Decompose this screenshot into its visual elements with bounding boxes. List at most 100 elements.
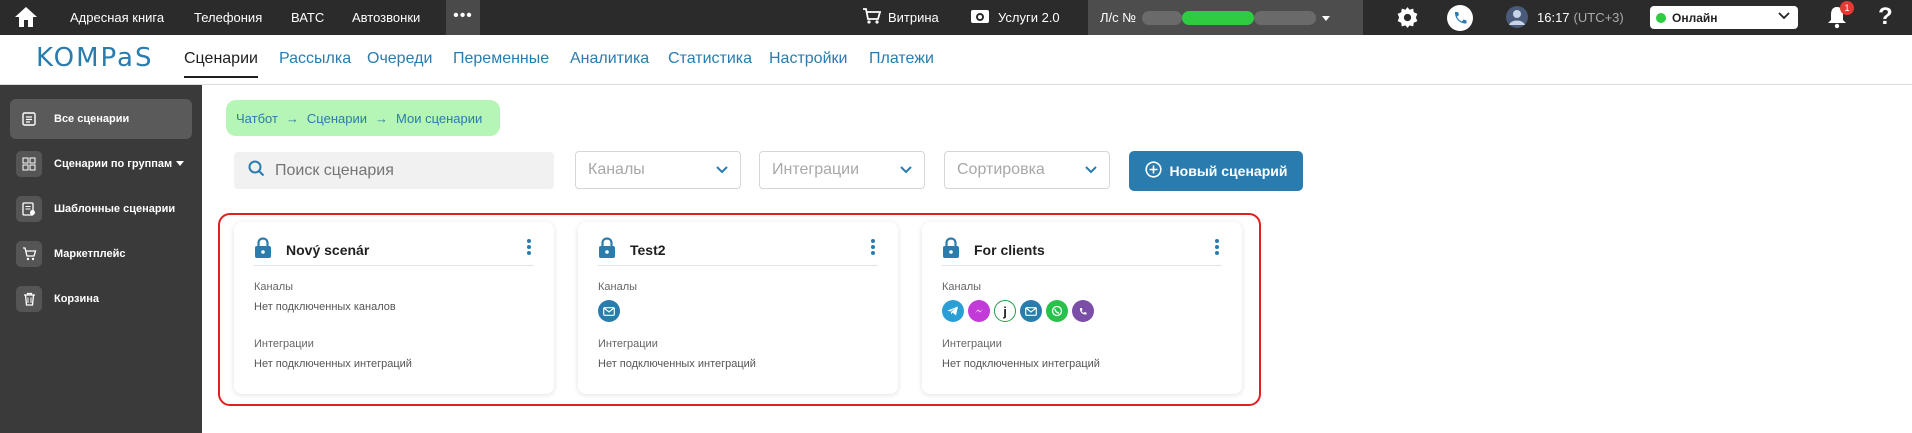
- avatar[interactable]: [1506, 6, 1528, 33]
- gear-icon[interactable]: [1395, 5, 1420, 35]
- kebab-menu-icon[interactable]: [1214, 238, 1220, 261]
- account-selector[interactable]: Л/с №: [1088, 0, 1363, 35]
- services-link[interactable]: Услуги 2.0: [970, 0, 1060, 35]
- main-navigation: KOMPaS Сценарии Рассылка Очереди Перемен…: [0, 35, 1912, 85]
- account-number-blur-1: [1142, 10, 1183, 25]
- kebab-menu-icon[interactable]: [526, 238, 532, 261]
- search-icon: [248, 160, 265, 182]
- messenger-channel-icon: [968, 300, 990, 322]
- integrations-label: Интеграции: [942, 338, 1002, 350]
- trash-icon: [16, 286, 42, 312]
- divider: [598, 265, 878, 266]
- lock-icon: [942, 237, 960, 264]
- scenario-title: Nový scenár: [286, 242, 370, 258]
- tab-statistics[interactable]: Статистика: [668, 50, 752, 68]
- sidebar-item-all-scenarios[interactable]: Все сценарии: [10, 99, 192, 139]
- cart-icon: [16, 241, 42, 267]
- template-icon: [16, 196, 42, 222]
- status-select[interactable]: Онлайн: [1650, 6, 1798, 29]
- arrow-right-icon: →: [375, 110, 389, 126]
- jivo-channel-icon: j: [994, 300, 1016, 322]
- integrations-value: Нет подключенных интеграций: [942, 358, 1100, 370]
- divider: [942, 265, 1222, 266]
- chevron-down-icon: [716, 161, 728, 179]
- status-value: Онлайн: [1672, 10, 1718, 25]
- breadcrumb-scenarios[interactable]: Сценарии: [307, 111, 367, 126]
- new-scenario-label: Новый сценарий: [1169, 163, 1288, 179]
- telegram-channel-icon: [942, 300, 964, 322]
- help-icon[interactable]: ?: [1878, 3, 1893, 31]
- sidebar-item-groups[interactable]: Сценарии по группам: [10, 144, 192, 184]
- grid-icon: [16, 151, 42, 177]
- account-label: Л/с №: [1100, 10, 1137, 25]
- kebab-menu-icon[interactable]: [870, 238, 876, 261]
- nav-address-book[interactable]: Адресная книга: [70, 0, 164, 35]
- sort-dropdown[interactable]: Сортировка: [944, 151, 1110, 189]
- scenario-card[interactable]: For clients Каналы j Интеграции Нет подк…: [922, 222, 1242, 394]
- tab-queues[interactable]: Очереди: [367, 50, 432, 68]
- sidebar-item-trash[interactable]: Корзина: [10, 279, 192, 319]
- breadcrumb-chatbot[interactable]: Чатбот: [236, 111, 278, 126]
- more-menu-button[interactable]: •••: [446, 0, 480, 35]
- nav-telephony[interactable]: Телефония: [194, 0, 262, 35]
- channels-dropdown-value: Каналы: [588, 161, 645, 178]
- top-bar: Адресная книга Телефония ВАТС Автозвонки…: [0, 0, 1912, 35]
- list-icon: [16, 106, 42, 132]
- account-number-blur-3: [1254, 10, 1317, 25]
- timezone-value: (UTC+3): [1573, 10, 1624, 25]
- search-box[interactable]: [234, 152, 554, 189]
- divider: [254, 265, 534, 266]
- nav-vats[interactable]: ВАТС: [291, 0, 324, 35]
- channels-label: Каналы: [254, 281, 294, 293]
- viber-channel-icon: [1072, 300, 1094, 322]
- scenario-card[interactable]: Nový scenár Каналы Нет подключенных кана…: [234, 222, 554, 394]
- search-input[interactable]: [275, 161, 535, 180]
- arrow-right-icon: →: [285, 110, 299, 126]
- tab-payments[interactable]: Платежи: [869, 50, 934, 68]
- sidebar-item-marketplace[interactable]: Маркетплейс: [10, 234, 192, 274]
- account-number-blur-2: [1182, 10, 1255, 25]
- chevron-down-icon: [1778, 10, 1790, 24]
- scenario-title: For clients: [974, 242, 1045, 258]
- integrations-dropdown[interactable]: Интеграции: [759, 151, 925, 189]
- tab-scenarios[interactable]: Сценарии: [184, 50, 258, 78]
- home-icon[interactable]: [14, 6, 38, 33]
- tab-mailing[interactable]: Рассылка: [279, 50, 351, 68]
- integrations-label: Интеграции: [598, 338, 658, 350]
- sidebar-item-templates[interactable]: Шаблонные сценарии: [10, 189, 192, 229]
- notification-count-badge: 1: [1840, 1, 1854, 15]
- breadcrumb: Чатбот → Сценарии → Мои сценарии: [226, 100, 501, 136]
- lock-icon: [598, 237, 616, 264]
- chevron-down-icon: [900, 161, 912, 179]
- services-icon: [970, 7, 990, 28]
- sidebar-item-label: Все сценарии: [54, 113, 130, 125]
- phone-icon[interactable]: [1447, 5, 1473, 36]
- time-value: 16:17: [1537, 10, 1570, 25]
- tab-settings[interactable]: Настройки: [769, 50, 847, 68]
- kompas-logo[interactable]: KOMPaS: [36, 43, 153, 73]
- scenario-card[interactable]: Test2 Каналы Интеграции Нет подключенных…: [578, 222, 898, 394]
- sidebar-item-label: Шаблонные сценарии: [54, 203, 176, 215]
- nav-autocalls[interactable]: Автозвонки: [352, 0, 420, 35]
- sidebar-item-label: Корзина: [54, 293, 99, 305]
- email-channel-icon: [1020, 300, 1042, 322]
- scenario-title: Test2: [630, 242, 666, 258]
- online-status-dot: [1656, 12, 1666, 23]
- caret-down-icon: [176, 158, 185, 170]
- tab-analytics[interactable]: Аналитика: [570, 50, 649, 68]
- channels-value: Нет подключенных каналов: [254, 301, 396, 313]
- email-channel-icon: [598, 300, 620, 322]
- integrations-value: Нет подключенных интеграций: [254, 358, 412, 370]
- breadcrumb-my-scenarios: Мои сценарии: [396, 110, 483, 126]
- whatsapp-channel-icon: [1046, 300, 1068, 322]
- vitrina-link[interactable]: Витрина: [862, 0, 939, 35]
- channels-label: Каналы: [598, 281, 638, 293]
- cart-icon: [862, 7, 882, 28]
- new-scenario-button[interactable]: Новый сценарий: [1129, 151, 1303, 191]
- sort-dropdown-value: Сортировка: [957, 161, 1045, 178]
- channels-label: Каналы: [942, 281, 982, 293]
- channels-dropdown[interactable]: Каналы: [575, 151, 741, 189]
- tab-variables[interactable]: Переменные: [453, 50, 549, 68]
- sidebar-item-label: Маркетплейс: [54, 248, 126, 260]
- sidebar-item-label: Сценарии по группам: [54, 158, 173, 170]
